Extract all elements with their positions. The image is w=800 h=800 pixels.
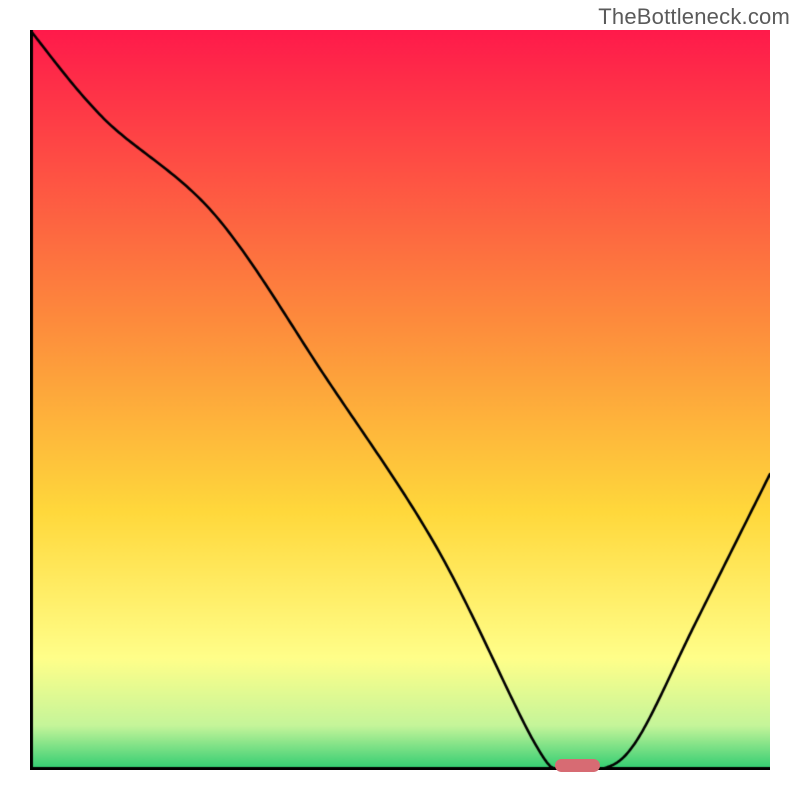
plot-area bbox=[30, 30, 770, 770]
optimal-marker bbox=[555, 759, 599, 772]
gradient-background bbox=[30, 30, 770, 770]
watermark-text: TheBottleneck.com bbox=[598, 4, 790, 30]
chart-frame: TheBottleneck.com bbox=[0, 0, 800, 800]
